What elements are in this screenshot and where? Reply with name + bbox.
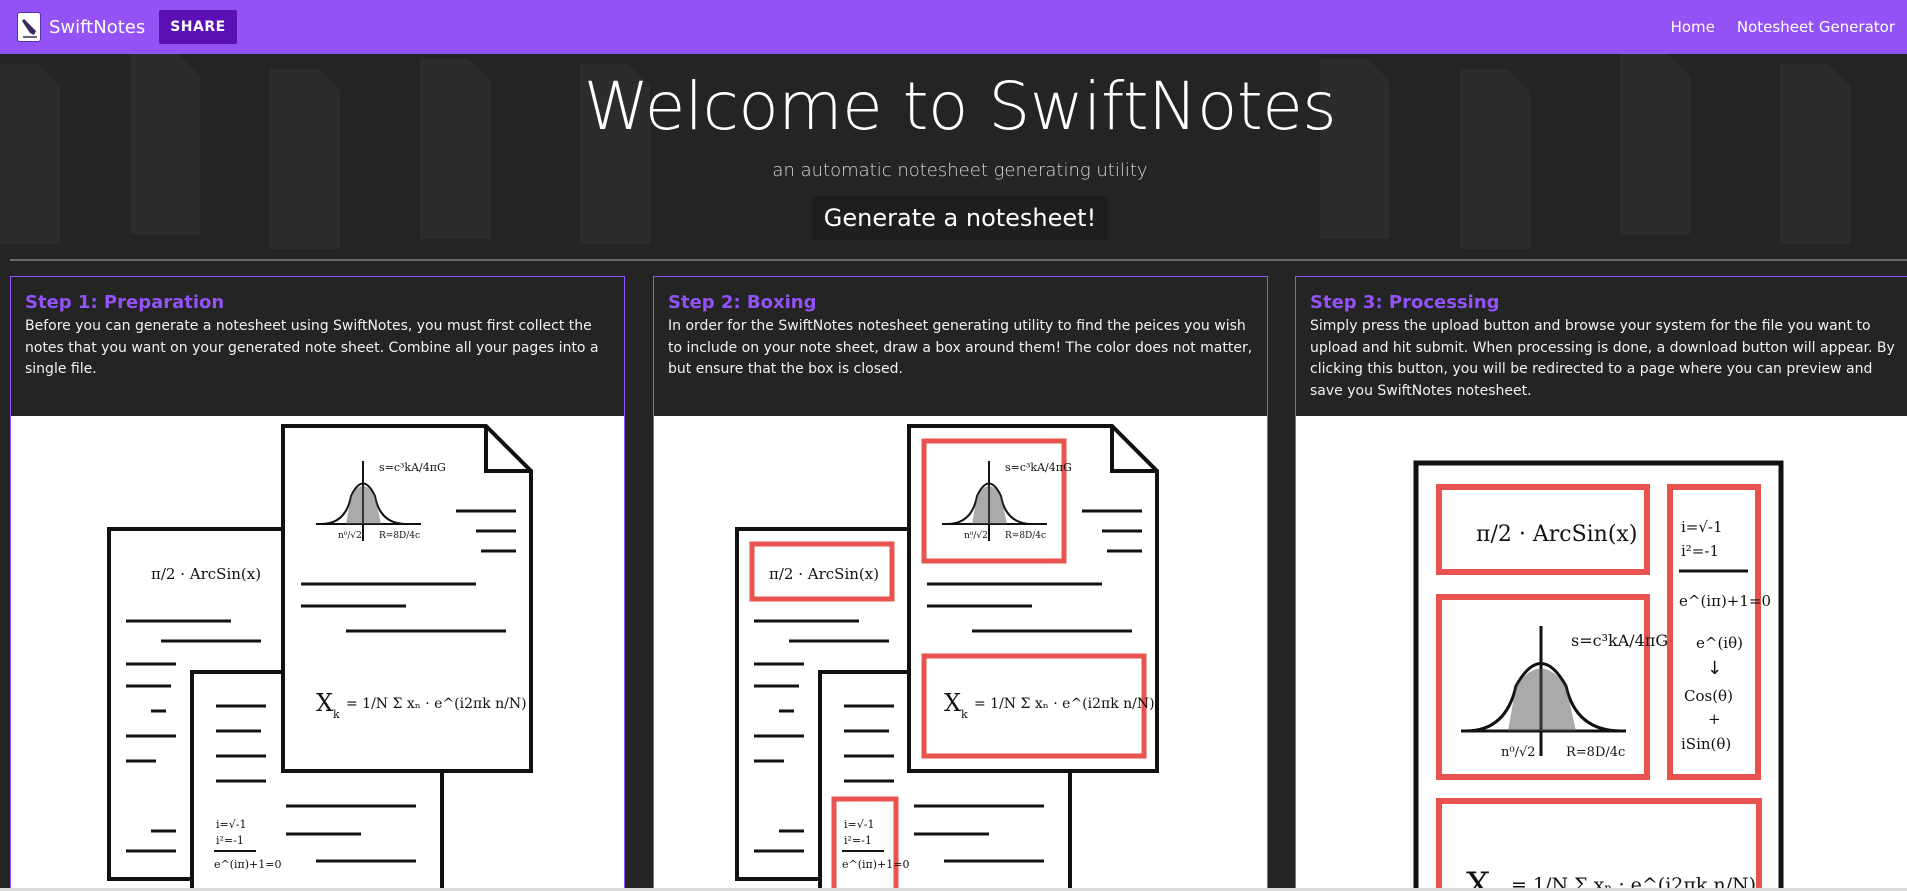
svg-text:iSin(θ): iSin(θ) bbox=[1681, 735, 1731, 753]
svg-text:R=8D/4c: R=8D/4c bbox=[1005, 531, 1046, 541]
step-description: Simply press the upload button and brows… bbox=[1310, 318, 1895, 399]
notebook-logo-icon bbox=[17, 12, 41, 42]
step-card-preparation: Step 1: Preparation Before you can gener… bbox=[10, 276, 625, 891]
svg-text:= 1/N Σ xₙ · e^(i2πk n/N): = 1/N Σ xₙ · e^(i2πk n/N) bbox=[346, 696, 527, 712]
svg-text:e^(iπ)+1=0: e^(iπ)+1=0 bbox=[1679, 592, 1771, 610]
step-title: Step 1: Preparation bbox=[25, 292, 225, 313]
svg-text:n⁰/√2: n⁰/√2 bbox=[338, 530, 362, 541]
svg-text:X: X bbox=[316, 689, 333, 717]
svg-text:s=c³kA/4πG: s=c³kA/4πG bbox=[1005, 461, 1072, 474]
generate-notesheet-button[interactable]: Generate a notesheet! bbox=[811, 196, 1109, 240]
share-button[interactable]: SHARE bbox=[159, 10, 237, 44]
svg-text:e^(iθ): e^(iθ) bbox=[1696, 634, 1743, 652]
step-card-boxing: Step 2: Boxing In order for the SwiftNot… bbox=[653, 276, 1268, 891]
svg-text:s=c³kA/4πG: s=c³kA/4πG bbox=[379, 461, 446, 474]
nav-link-notesheet-generator[interactable]: Notesheet Generator bbox=[1737, 18, 1895, 36]
svg-text:π/2 · ArcSin(x): π/2 · ArcSin(x) bbox=[151, 565, 261, 583]
svg-text:π/2 · ArcSin(x): π/2 · ArcSin(x) bbox=[769, 565, 879, 583]
boxing-illustration: π/2 · ArcSin(x) i=√-1 i²=-1 e^(iπ)+1=0 s… bbox=[654, 416, 1267, 891]
stacked-notes-image: π/2 · ArcSin(x) i=√-1 i²=-1 e^(iπ)+1=0 s… bbox=[107, 424, 533, 891]
svg-text:k: k bbox=[961, 708, 968, 721]
brand[interactable]: SwiftNotes bbox=[17, 12, 145, 42]
navbar: SwiftNotes SHARE Home Notesheet Generato… bbox=[0, 0, 1907, 54]
brand-name: SwiftNotes bbox=[49, 16, 146, 38]
svg-text:i=√-1: i=√-1 bbox=[216, 818, 246, 831]
nav-links: Home Notesheet Generator bbox=[1661, 0, 1907, 54]
svg-text:↓: ↓ bbox=[1707, 658, 1722, 679]
section-divider bbox=[10, 259, 1907, 261]
generated-notesheet-image: π/2 · ArcSin(x) s=c³kA/4πG n⁰/√2 R=8D/4c… bbox=[1413, 460, 1784, 891]
svg-text:i²=-1: i²=-1 bbox=[844, 834, 872, 847]
step-card-processing: Step 3: Processing Simply press the uplo… bbox=[1295, 276, 1907, 891]
step-description: In order for the SwiftNotes notesheet ge… bbox=[668, 318, 1253, 377]
svg-text:π/2 · ArcSin(x): π/2 · ArcSin(x) bbox=[1476, 522, 1637, 547]
svg-text:= 1/N Σ xₙ · e^(i2πk n/N): = 1/N Σ xₙ · e^(i2πk n/N) bbox=[974, 696, 1155, 712]
svg-text:i=√-1: i=√-1 bbox=[844, 818, 874, 831]
step-title: Step 2: Boxing bbox=[668, 292, 817, 313]
svg-text:+: + bbox=[1708, 710, 1721, 728]
processing-illustration: π/2 · ArcSin(x) s=c³kA/4πG n⁰/√2 R=8D/4c… bbox=[1296, 416, 1907, 891]
step-description: Before you can generate a notesheet usin… bbox=[25, 318, 599, 377]
svg-text:e^(iπ)+1=0: e^(iπ)+1=0 bbox=[842, 858, 910, 871]
svg-text:s=c³kA/4πG: s=c³kA/4πG bbox=[1571, 631, 1668, 650]
hero-subtitle: an automatic notesheet generating utilit… bbox=[772, 160, 1148, 181]
hero-title: Welcome to SwiftNotes bbox=[583, 68, 1337, 145]
svg-text:i²=-1: i²=-1 bbox=[216, 834, 244, 847]
hero-section: Welcome to SwiftNotes an automatic notes… bbox=[0, 54, 1907, 240]
svg-text:i²=-1: i²=-1 bbox=[1681, 542, 1719, 560]
svg-text:n⁰/√2: n⁰/√2 bbox=[1501, 745, 1536, 760]
svg-text:R=8D/4c: R=8D/4c bbox=[379, 531, 420, 541]
svg-text:X: X bbox=[944, 689, 961, 717]
svg-text:i=√-1: i=√-1 bbox=[1681, 518, 1723, 536]
svg-text:k: k bbox=[333, 708, 340, 721]
preparation-illustration: π/2 · ArcSin(x) i=√-1 i²=-1 e^(iπ)+1=0 s… bbox=[11, 416, 624, 891]
svg-text:R=8D/4c: R=8D/4c bbox=[1566, 745, 1625, 760]
boxed-notes-image: π/2 · ArcSin(x) i=√-1 i²=-1 e^(iπ)+1=0 s… bbox=[735, 424, 1159, 891]
svg-text:e^(iπ)+1=0: e^(iπ)+1=0 bbox=[214, 858, 282, 871]
svg-text:Cos(θ): Cos(θ) bbox=[1684, 687, 1733, 705]
step-title: Step 3: Processing bbox=[1310, 292, 1500, 313]
svg-text:n⁰/√2: n⁰/√2 bbox=[964, 530, 988, 541]
nav-link-home[interactable]: Home bbox=[1671, 18, 1715, 36]
